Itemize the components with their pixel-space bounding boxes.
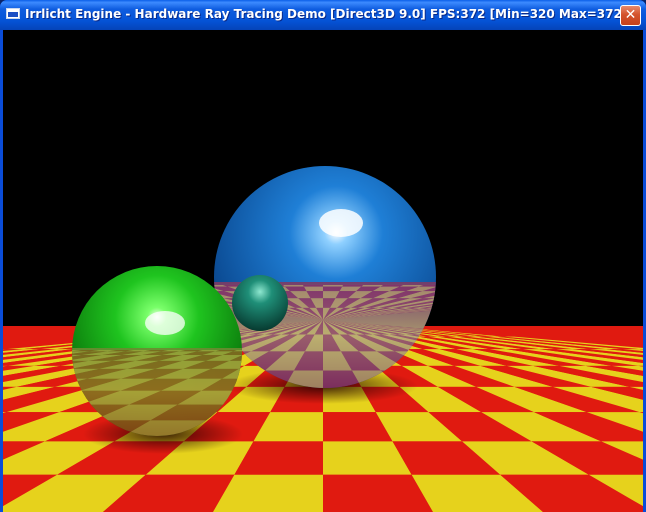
floor-tile	[342, 285, 364, 287]
close-button[interactable]: ✕	[620, 5, 641, 26]
floor-tile	[303, 286, 323, 292]
floor-tile	[282, 285, 304, 287]
teal-sphere	[232, 275, 288, 331]
title-bar[interactable]: Irrlicht Engine - Hardware Ray Tracing D…	[0, 0, 646, 30]
window-title: Irrlicht Engine - Hardware Ray Tracing D…	[25, 7, 628, 21]
floor-tile	[380, 285, 404, 287]
close-icon: ✕	[624, 7, 637, 23]
window-app-icon[interactable]	[6, 8, 20, 19]
floor-tile	[323, 286, 343, 292]
floor-tile	[323, 285, 344, 287]
floor-tile	[361, 285, 384, 287]
floor-tile	[302, 285, 323, 287]
application-window: Irrlicht Engine - Hardware Ray Tracing D…	[0, 0, 646, 512]
render-viewport[interactable]	[3, 30, 643, 512]
ray-traced-scene	[3, 30, 643, 512]
